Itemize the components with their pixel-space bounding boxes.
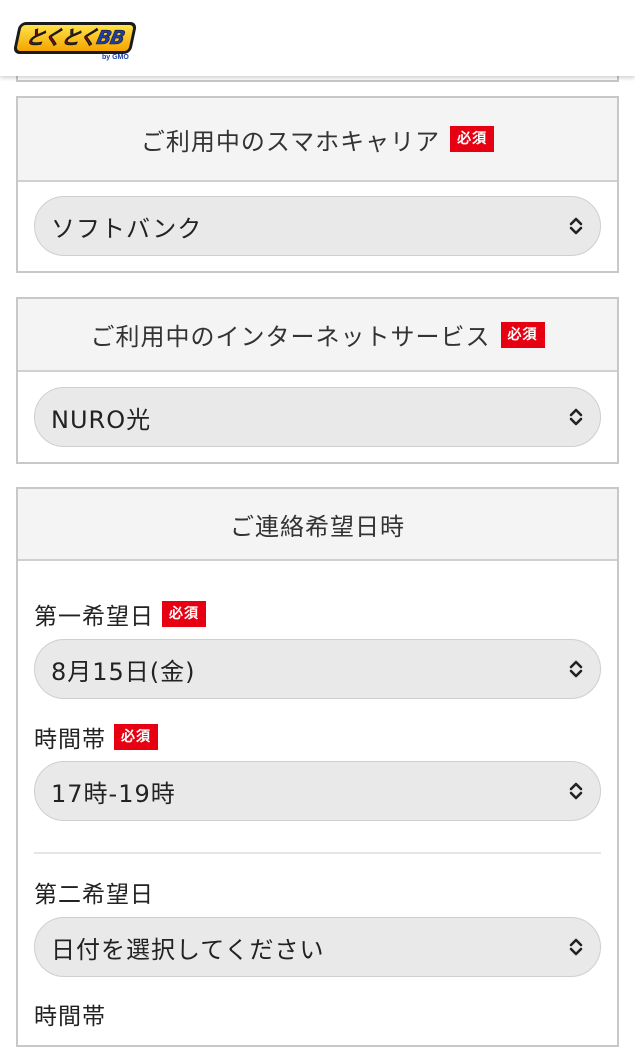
internet-panel-header: ご利用中のインターネットサービス 必須 bbox=[18, 299, 617, 372]
contact-panel-header: ご連絡希望日時 bbox=[18, 489, 617, 561]
first-date-label-text: 第一希望日 bbox=[34, 604, 154, 630]
contact-title: ご連絡希望日時 bbox=[230, 512, 405, 541]
internet-title: ご利用中のインターネットサービス bbox=[90, 323, 491, 351]
second-date-label: 第二希望日 bbox=[34, 875, 154, 909]
logo-wordmark: とくとくBB bbox=[12, 22, 138, 54]
second-date-label-text: 第二希望日 bbox=[34, 882, 154, 908]
internet-selected-value: NURO光 bbox=[51, 405, 152, 434]
first-date-label: 第一希望日 必須 bbox=[34, 597, 206, 631]
second-date-value: 日付を選択してください bbox=[51, 935, 325, 964]
required-badge: 必須 bbox=[500, 321, 545, 348]
chevron-up-down-icon bbox=[569, 408, 583, 426]
section-divider bbox=[34, 852, 601, 854]
first-time-label-text: 時間帯 bbox=[34, 727, 106, 753]
tokutoku-bb-logo[interactable]: とくとくBB by GMO bbox=[12, 22, 138, 64]
chevron-up-down-icon bbox=[569, 782, 583, 800]
logo-by-gmo: by GMO bbox=[102, 54, 129, 61]
second-time-label: 時間帯 bbox=[34, 997, 106, 1031]
carrier-title: ご利用中のスマホキャリア bbox=[140, 127, 441, 156]
chevron-up-down-icon bbox=[569, 660, 583, 678]
first-time-select[interactable]: 17時-19時 bbox=[34, 761, 601, 821]
required-badge: 必須 bbox=[450, 126, 495, 152]
carrier-panel-header: ご利用中のスマホキャリア 必須 bbox=[18, 98, 617, 182]
carrier-panel: ご利用中のスマホキャリア 必須 ソフトバンク bbox=[16, 96, 619, 273]
logo-text-tokutoku: とくとく bbox=[23, 27, 100, 50]
first-time-value: 17時-19時 bbox=[51, 779, 176, 808]
required-badge: 必須 bbox=[114, 724, 158, 750]
logo-text-bb: BB bbox=[94, 27, 127, 50]
internet-panel: ご利用中のインターネットサービス 必須 NURO光 bbox=[16, 297, 619, 464]
required-badge: 必須 bbox=[162, 601, 206, 627]
contact-datetime-panel: ご連絡希望日時 第一希望日 必須 8月15日(金) 時間帯 必須 17時-19時… bbox=[16, 487, 619, 1047]
first-date-select[interactable]: 8月15日(金) bbox=[34, 639, 601, 699]
carrier-select[interactable]: ソフトバンク bbox=[34, 196, 601, 256]
chevron-up-down-icon bbox=[569, 938, 583, 956]
internet-select[interactable]: NURO光 bbox=[34, 387, 601, 447]
second-time-label-text: 時間帯 bbox=[34, 1004, 106, 1030]
chevron-up-down-icon bbox=[569, 217, 583, 235]
first-time-label: 時間帯 必須 bbox=[34, 720, 158, 754]
carrier-selected-value: ソフトバンク bbox=[51, 214, 203, 243]
first-date-value: 8月15日(金) bbox=[51, 657, 196, 686]
second-date-select[interactable]: 日付を選択してください bbox=[34, 917, 601, 977]
site-header: とくとくBB by GMO bbox=[0, 0, 635, 76]
